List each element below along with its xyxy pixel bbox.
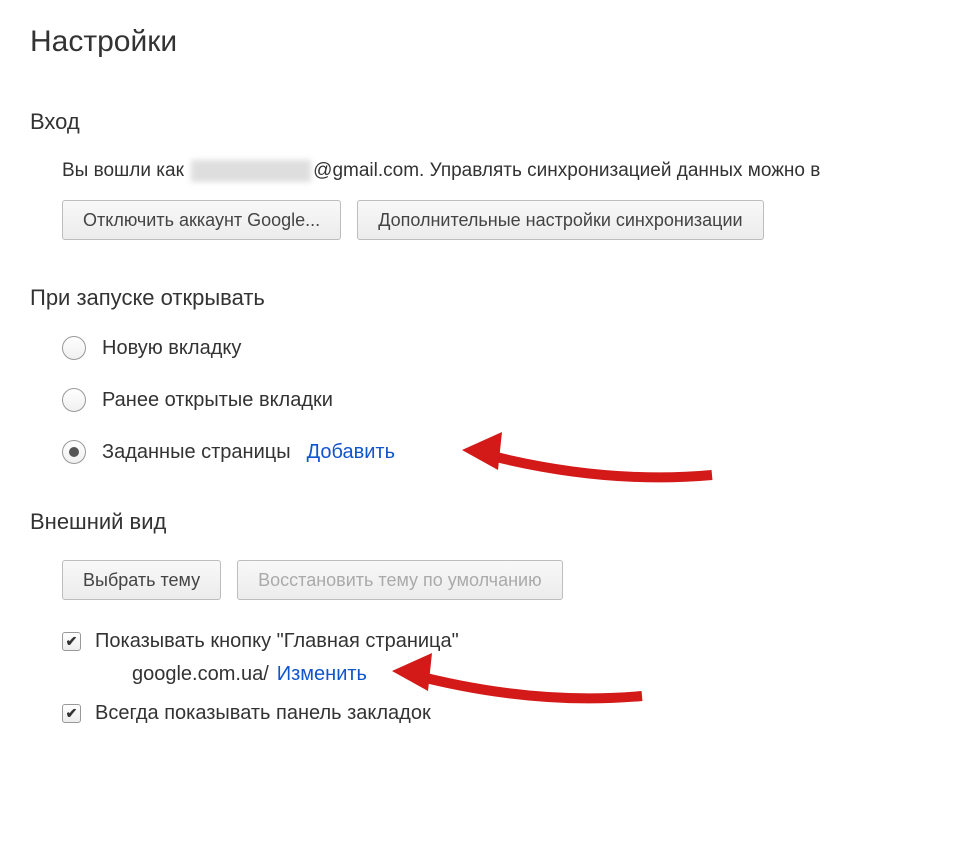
radio-icon xyxy=(62,388,86,412)
startup-radio-specific-pages[interactable]: Заданные страницы Добавить xyxy=(62,440,970,464)
signin-status-text: Вы вошли как @gmail.com. Управлять синхр… xyxy=(62,160,970,182)
startup-radio-new-tab[interactable]: Новую вкладку xyxy=(62,336,970,360)
annotation-arrow-icon xyxy=(462,420,722,490)
radio-label: Ранее открытые вкладки xyxy=(102,389,333,412)
checkbox-checked-icon: ✔ xyxy=(62,704,81,723)
home-url-text: google.com.ua/ xyxy=(132,663,269,686)
radio-icon-checked xyxy=(62,440,86,464)
signin-domain: @gmail.com. xyxy=(313,160,424,181)
advanced-sync-button[interactable]: Дополнительные настройки синхронизации xyxy=(357,200,763,240)
show-bookmarks-bar-checkbox[interactable]: ✔ Всегда показывать панель закладок xyxy=(62,702,970,725)
signin-suffix: Управлять синхронизацией данных можно в xyxy=(424,160,820,181)
home-url-row: google.com.ua/ Изменить xyxy=(62,663,970,686)
appearance-title: Внешний вид xyxy=(30,509,970,535)
signin-prefix: Вы вошли как xyxy=(62,160,189,181)
show-home-button-checkbox[interactable]: ✔ Показывать кнопку "Главная страница" xyxy=(62,630,970,653)
page-title: Настройки xyxy=(30,25,970,59)
startup-radio-previous-tabs[interactable]: Ранее открытые вкладки xyxy=(62,388,970,412)
change-home-link[interactable]: Изменить xyxy=(277,663,367,686)
startup-title: При запуске открывать xyxy=(30,285,970,311)
radio-label: Заданные страницы xyxy=(102,441,291,464)
radio-label: Новую вкладку xyxy=(102,337,241,360)
radio-icon xyxy=(62,336,86,360)
section-appearance: Внешний вид Выбрать тему Восстановить те… xyxy=(30,509,970,725)
email-blurred xyxy=(191,160,311,182)
reset-theme-button[interactable]: Восстановить тему по умолчанию xyxy=(237,560,562,600)
checkbox-checked-icon: ✔ xyxy=(62,632,81,651)
section-startup: При запуске открывать Новую вкладку Ране… xyxy=(30,285,970,464)
disconnect-google-button[interactable]: Отключить аккаунт Google... xyxy=(62,200,341,240)
signin-title: Вход xyxy=(30,109,970,135)
checkbox-label: Всегда показывать панель закладок xyxy=(95,702,431,725)
checkbox-label: Показывать кнопку "Главная страница" xyxy=(95,630,459,653)
section-signin: Вход Вы вошли как @gmail.com. Управлять … xyxy=(30,109,970,240)
add-pages-link[interactable]: Добавить xyxy=(307,441,395,464)
choose-theme-button[interactable]: Выбрать тему xyxy=(62,560,221,600)
